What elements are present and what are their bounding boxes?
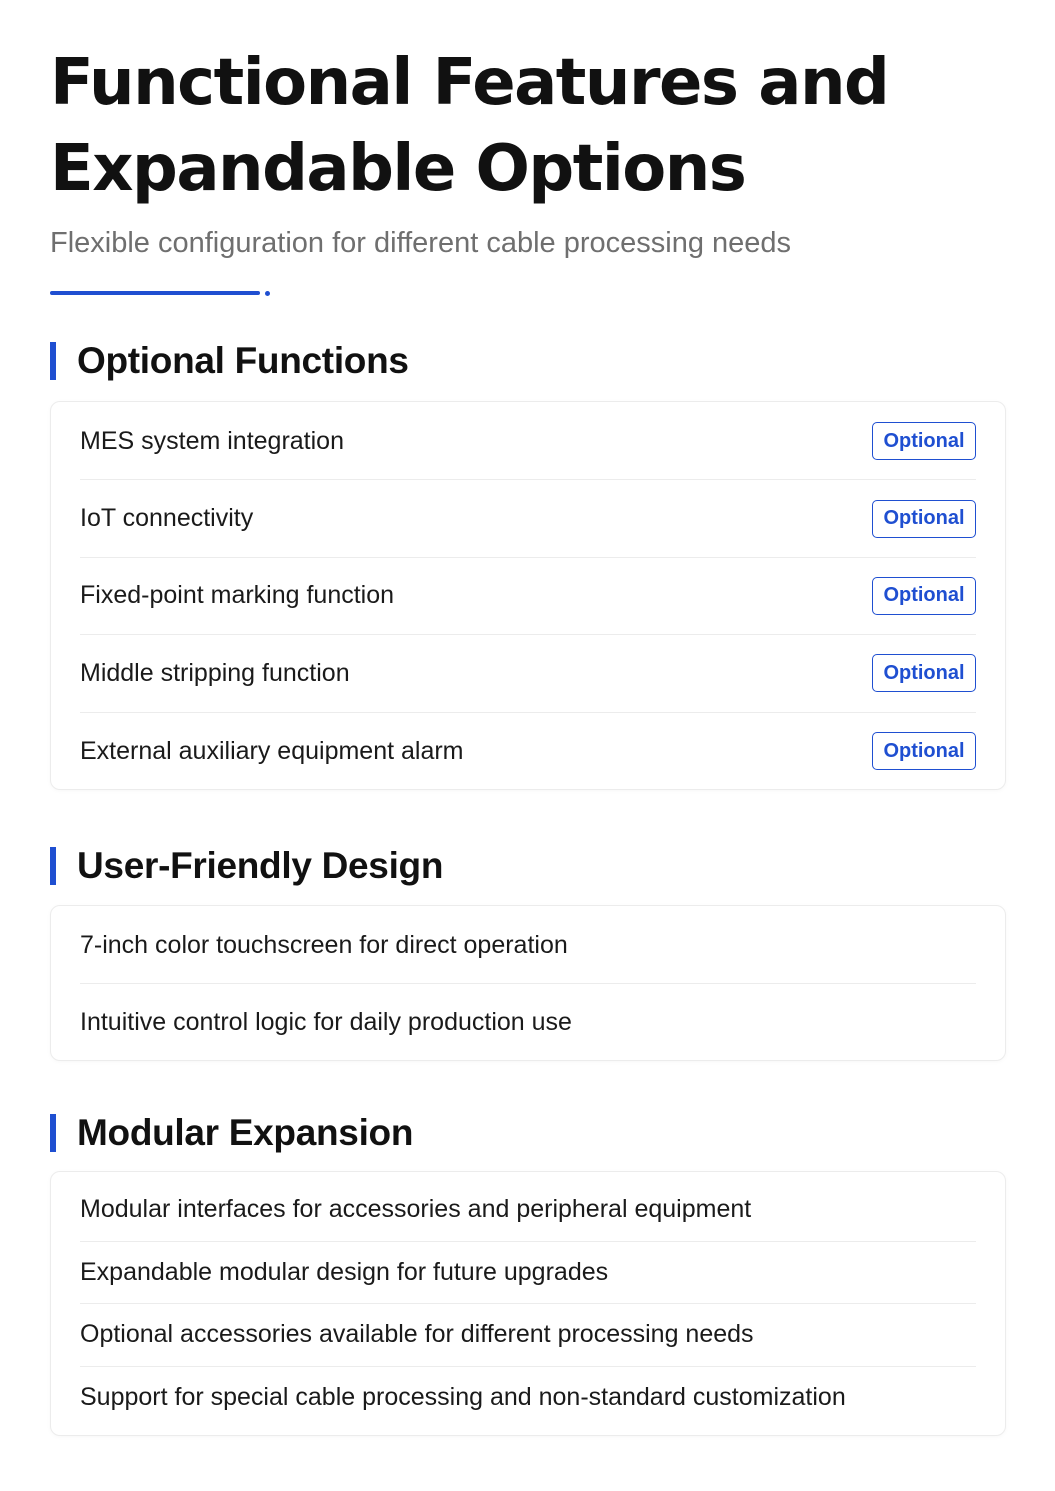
section-header-user-friendly-design: User-Friendly Design [50, 845, 444, 886]
list-item-label: Optional accessories available for diffe… [80, 1320, 754, 1349]
list-item-label: MES system integration [80, 426, 344, 455]
list-item: MES system integration Optional [80, 403, 976, 481]
optional-badge: Optional [872, 654, 976, 693]
list-item: Optional accessories available for diffe… [80, 1304, 976, 1367]
list-item: 7-inch color touchscreen for direct oper… [80, 907, 976, 984]
optional-badge: Optional [872, 732, 976, 771]
page-title-line-1: Functional Features and [50, 46, 890, 120]
list-item: External auxiliary equipment alarm Optio… [80, 713, 976, 790]
list-item: Intuitive control logic for daily produc… [80, 984, 976, 1060]
section-accent-bar [50, 847, 56, 885]
list-item: Middle stripping function Optional [80, 635, 976, 713]
section-header-modular-expansion: Modular Expansion [50, 1112, 414, 1153]
page-title-line-2: Expandable Options [50, 132, 747, 206]
list-item-label: Intuitive control logic for daily produc… [80, 1007, 572, 1036]
list-item-label: Fixed-point marking function [80, 581, 395, 610]
modular-expansion-card: Modular interfaces for accessories and p… [50, 1171, 1006, 1436]
section-header-optional-functions: Optional Functions [50, 340, 409, 381]
list-item-label: Modular interfaces for accessories and p… [80, 1195, 752, 1224]
page-subtitle: Flexible configuration for different cab… [50, 227, 792, 259]
optional-badge: Optional [872, 422, 976, 461]
list-item-label: Expandable modular design for future upg… [80, 1257, 609, 1286]
optional-badge: Optional [872, 499, 976, 538]
list-item: Modular interfaces for accessories and p… [80, 1179, 976, 1242]
list-item: Fixed-point marking function Optional [80, 558, 976, 636]
accent-dot [265, 291, 270, 296]
list-item: Support for special cable processing and… [80, 1367, 976, 1430]
list-item: Expandable modular design for future upg… [80, 1242, 976, 1304]
list-item-label: External auxiliary equipment alarm [80, 736, 464, 765]
section-accent-bar [50, 342, 56, 380]
list-item-label: Support for special cable processing and… [80, 1383, 846, 1412]
page-title: Functional Features and Expandable Optio… [50, 40, 950, 212]
list-item-label: 7-inch color touchscreen for direct oper… [80, 930, 568, 959]
optional-functions-card: MES system integration Optional IoT conn… [50, 401, 1006, 790]
list-item-label: IoT connectivity [80, 504, 254, 533]
accent-divider [50, 291, 260, 295]
user-friendly-design-card: 7-inch color touchscreen for direct oper… [50, 905, 1006, 1061]
section-accent-bar [50, 1114, 56, 1152]
list-item-label: Middle stripping function [80, 658, 350, 687]
section-title: Optional Functions [77, 340, 409, 381]
list-item: IoT connectivity Optional [80, 480, 976, 558]
section-title: Modular Expansion [77, 1112, 414, 1153]
optional-badge: Optional [872, 576, 976, 615]
section-title: User-Friendly Design [77, 845, 444, 886]
